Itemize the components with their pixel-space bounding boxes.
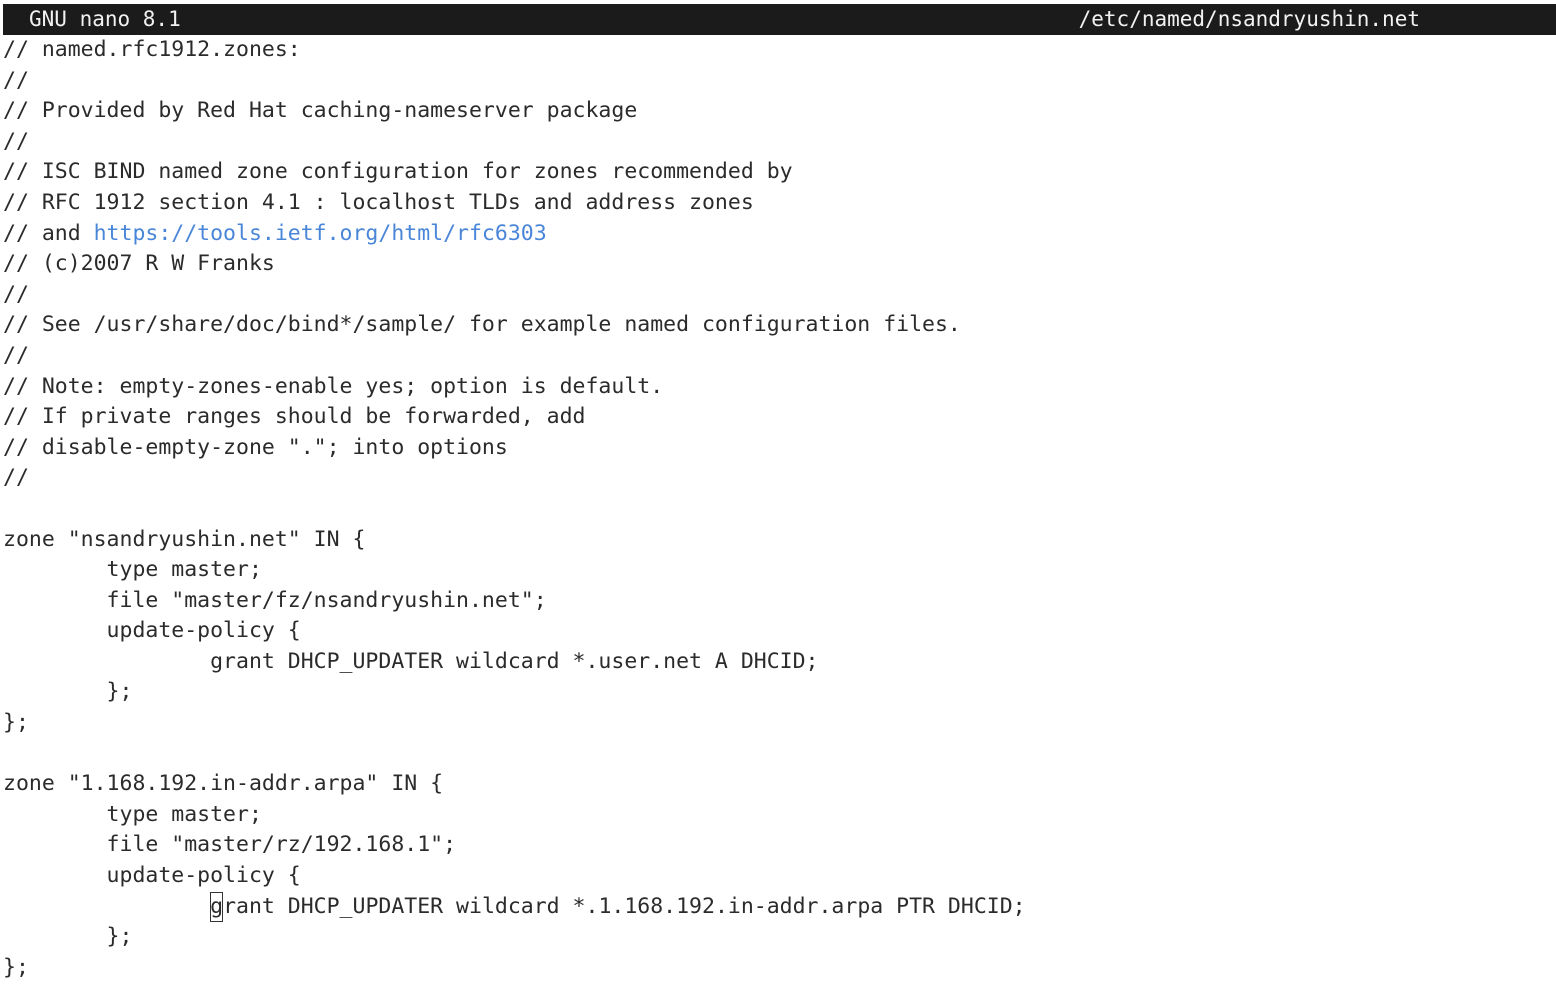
code-line: // named.rfc1912.zones: — [3, 37, 301, 62]
code-line: // — [3, 342, 29, 368]
code-line: }; — [3, 954, 29, 980]
code-line: // — [3, 281, 29, 307]
rfc-link[interactable]: https://tools.ietf.org/html/rfc6303 — [94, 221, 547, 246]
code-line: update-policy { — [3, 863, 301, 889]
editor-text-area[interactable]: // named.rfc1912.zones: // // Provided b… — [3, 35, 1556, 998]
code-line: // RFC 1912 section 4.1 : localhost TLDs… — [3, 189, 754, 215]
code-line: update-policy { — [3, 618, 301, 644]
code-line: type master; — [3, 557, 262, 583]
code-line: zone "1.168.192.in-addr.arpa" IN { — [3, 771, 444, 797]
code-line: }; — [3, 710, 29, 736]
text-cursor[interactable]: g — [210, 891, 224, 923]
editor-name: GNU nano 8.1 — [29, 7, 181, 31]
code-text: rant DHCP_UPDATER wildcard *.1.168.192.i… — [223, 893, 1026, 919]
code-line: }; — [3, 679, 133, 705]
code-line: // Note: empty-zones-enable yes; option … — [3, 373, 664, 399]
code-line: // — [3, 128, 29, 154]
code-line: type master; — [3, 801, 262, 827]
code-line: // See /usr/share/doc/bind*/sample/ for … — [3, 312, 961, 338]
code-line: // If private ranges should be forwarded… — [3, 404, 586, 430]
code-line: // — [3, 67, 29, 93]
code-line: // — [3, 465, 29, 491]
code-line: grant DHCP_UPDATER wildcard *.user.net A… — [3, 648, 819, 674]
code-line: // Provided by Red Hat caching-nameserve… — [3, 98, 638, 124]
comment-text: // and — [3, 220, 94, 246]
nano-title-bar: GNU nano 8.1 /etc/named/nsandryushin.net — [3, 4, 1556, 35]
code-line: // (c)2007 R W Franks — [3, 251, 275, 277]
code-line: zone "nsandryushin.net" IN { — [3, 526, 366, 552]
code-line: // disable-empty-zone "."; into options — [3, 434, 508, 460]
code-line: // ISC BIND named zone configuration for… — [3, 159, 793, 185]
code-line: file "master/rz/192.168.1"; — [3, 832, 457, 858]
code-line: // and https://tools.ietf.org/html/rfc63… — [3, 219, 1556, 250]
code-line: }; — [3, 924, 133, 950]
code-line: grant DHCP_UPDATER wildcard *.1.168.192.… — [3, 891, 1556, 923]
file-path: /etc/named/nsandryushin.net — [1078, 7, 1420, 31]
code-line: file "master/fz/nsandryushin.net"; — [3, 587, 547, 613]
